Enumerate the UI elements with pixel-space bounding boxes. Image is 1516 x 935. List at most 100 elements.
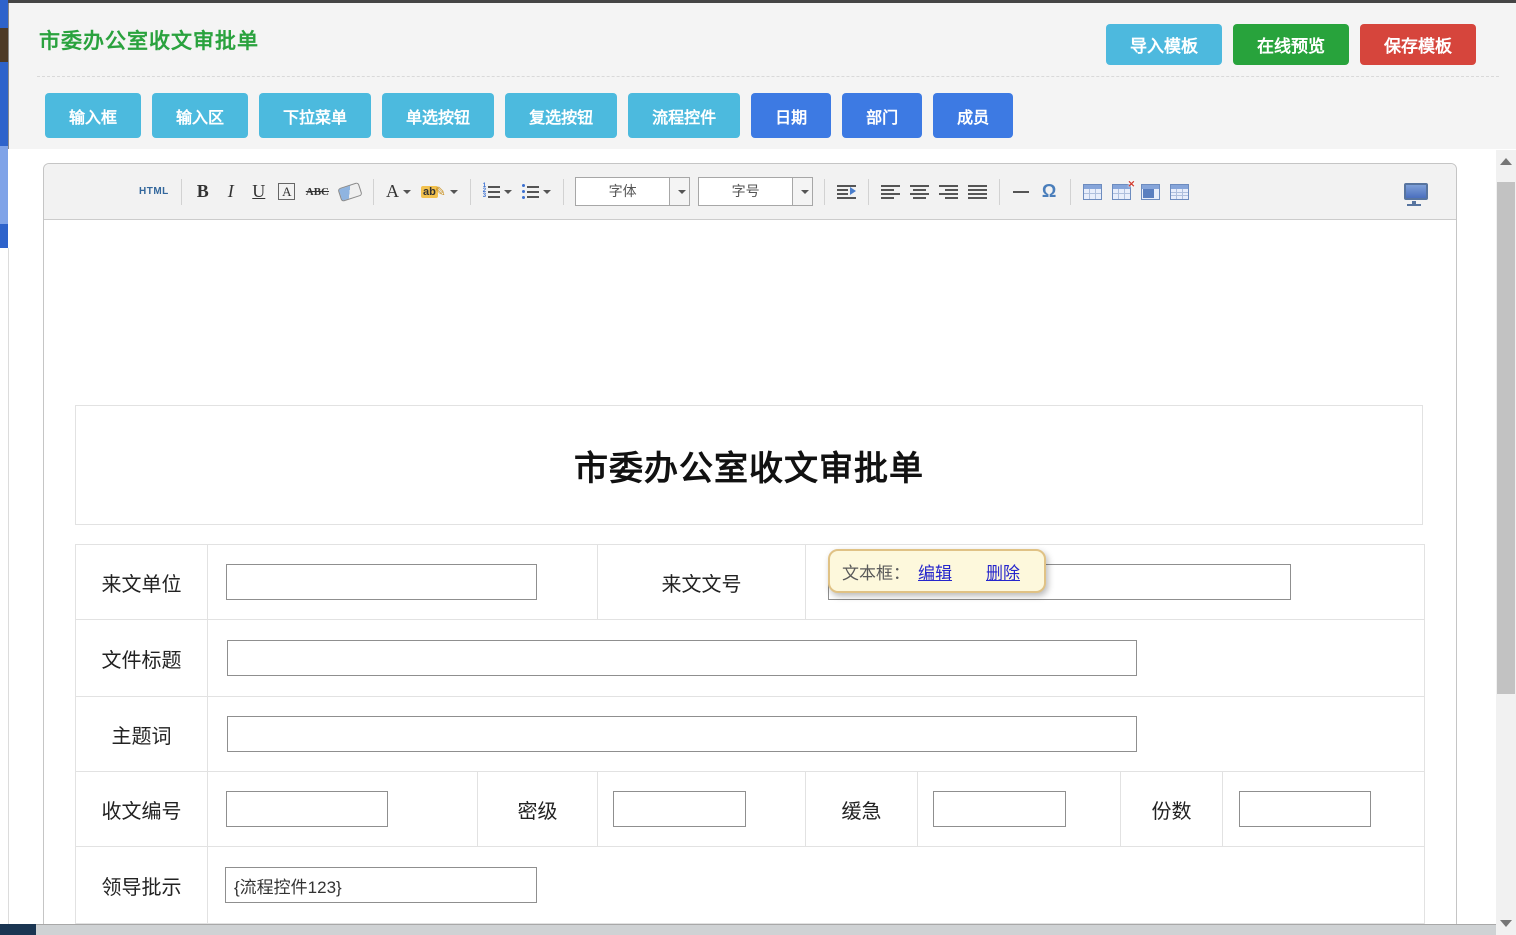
save-template-button[interactable]: 保存模板 <box>1360 24 1476 65</box>
strikethrough-button[interactable]: ABC <box>304 178 331 206</box>
chevron-down-icon <box>801 190 809 194</box>
scrollbar[interactable] <box>1496 150 1516 935</box>
horizontal-rule-button[interactable] <box>1010 178 1032 206</box>
pencil-icon: ✎ <box>435 184 446 200</box>
online-preview-button[interactable]: 在线预览 <box>1233 24 1349 65</box>
font-color-button[interactable]: A <box>384 178 413 206</box>
cell-properties-button[interactable] <box>1168 178 1191 206</box>
leader-instructions-input[interactable] <box>225 867 537 903</box>
edit-link[interactable]: 编辑 <box>918 559 952 584</box>
copies-input[interactable] <box>1239 791 1371 827</box>
security-level-input[interactable] <box>613 791 746 827</box>
editor-toolbar: HTML B I U A ABC A ab✎ 123 字体 <box>44 164 1456 220</box>
delete-table-button[interactable] <box>1110 178 1133 206</box>
special-character-button[interactable]: Ω <box>1038 178 1060 206</box>
table-row: 来文单位 来文文号 <box>76 545 1425 620</box>
table-row: 文件标题 <box>76 620 1425 697</box>
urgency-label: 缓急 <box>806 772 918 847</box>
taskbar-fragment <box>0 924 36 935</box>
incoming-unit-input[interactable] <box>226 564 537 600</box>
align-right-button[interactable] <box>937 178 960 206</box>
receipt-number-input[interactable] <box>226 791 388 827</box>
table-select-icon <box>1141 184 1160 200</box>
editor-content[interactable]: 市委办公室收文审批单 来文单位 来文文号 文件标题 主题词 <box>44 220 1456 934</box>
font-size-select[interactable]: 字号 <box>698 177 813 206</box>
insert-table-button[interactable] <box>1081 178 1104 206</box>
background-window-mark <box>0 146 8 224</box>
boxed-a-icon: A <box>278 183 295 200</box>
bullet-list-icon <box>522 184 539 199</box>
document-title-label: 文件标题 <box>76 620 208 697</box>
indent-button[interactable] <box>835 178 858 206</box>
delete-link[interactable]: 删除 <box>986 559 1020 584</box>
toolbar-separator <box>1070 179 1071 205</box>
toolbar-separator <box>373 179 374 205</box>
table-properties-button[interactable] <box>1139 178 1162 206</box>
align-center-button[interactable] <box>908 178 931 206</box>
form-table: 来文单位 来文文号 文件标题 主题词 收文编号 密级 <box>75 544 1425 935</box>
copies-label: 份数 <box>1121 772 1223 847</box>
rich-text-editor: HTML B I U A ABC A ab✎ 123 字体 <box>43 163 1457 935</box>
font-family-select[interactable]: 字体 <box>575 177 690 206</box>
input-area-button[interactable]: 输入区 <box>152 93 248 138</box>
highlight-color-button[interactable]: ab✎ <box>419 178 460 206</box>
document-title-input[interactable] <box>227 640 1137 676</box>
checkbox-control-button[interactable]: 复选按钮 <box>505 93 617 138</box>
eraser-icon <box>337 181 362 201</box>
chevron-down-icon <box>543 190 551 194</box>
receipt-number-label: 收文编号 <box>76 772 208 847</box>
align-center-icon <box>910 185 929 199</box>
bold-button[interactable]: B <box>192 178 214 206</box>
align-left-button[interactable] <box>879 178 902 206</box>
align-justify-icon <box>968 185 987 199</box>
subject-words-input[interactable] <box>227 716 1137 752</box>
toolbar-separator <box>470 179 471 205</box>
department-control-button[interactable]: 部门 <box>842 93 922 138</box>
input-box-button[interactable]: 输入框 <box>45 93 141 138</box>
fullscreen-button[interactable] <box>1402 178 1430 206</box>
date-control-button[interactable]: 日期 <box>751 93 831 138</box>
background-window-edge <box>0 0 8 248</box>
scroll-up-icon[interactable] <box>1500 158 1512 165</box>
import-template-button[interactable]: 导入模板 <box>1106 24 1222 65</box>
control-tooltip: 文本框： 编辑 删除 <box>828 549 1046 593</box>
tooltip-label: 文本框： <box>842 559 910 584</box>
table-cells-icon <box>1170 184 1189 200</box>
ordered-list-icon: 123 <box>483 184 500 199</box>
header-actions: 导入模板 在线预览 保存模板 <box>1106 24 1476 65</box>
align-left-icon <box>881 185 900 199</box>
scroll-thumb[interactable] <box>1497 182 1515 694</box>
horizontal-rule-icon <box>1013 191 1029 193</box>
table-row: 领导批示 <box>76 847 1425 924</box>
align-justify-button[interactable] <box>966 178 989 206</box>
table-row: 收文编号 密级 缓急 份数 <box>76 772 1425 847</box>
underline-button[interactable]: U <box>248 178 270 206</box>
text-border-button[interactable]: A <box>276 178 298 206</box>
radio-control-button[interactable]: 单选按钮 <box>382 93 494 138</box>
member-control-button[interactable]: 成员 <box>933 93 1013 138</box>
toolbar-separator <box>868 179 869 205</box>
remove-format-button[interactable] <box>337 178 363 206</box>
page-title: 市委办公室收文审批单 <box>39 25 259 55</box>
incoming-unit-label: 来文单位 <box>76 545 208 620</box>
flow-control-button[interactable]: 流程控件 <box>628 93 740 138</box>
italic-button[interactable]: I <box>220 178 242 206</box>
chevron-down-icon <box>450 190 458 194</box>
chevron-down-icon <box>678 190 686 194</box>
form-title: 市委办公室收文审批单 <box>75 405 1423 525</box>
ordered-list-button[interactable]: 123 <box>481 178 514 206</box>
source-code-button[interactable]: HTML <box>137 178 171 206</box>
chevron-down-icon <box>403 190 411 194</box>
table-delete-icon <box>1112 184 1131 200</box>
page-left-edge <box>8 248 9 924</box>
divider <box>37 76 1499 77</box>
dropdown-menu-button[interactable]: 下拉菜单 <box>259 93 371 138</box>
security-level-label: 密级 <box>478 772 598 847</box>
control-buttons-bar: 输入框 输入区 下拉菜单 单选按钮 复选按钮 流程控件 日期 部门 成员 <box>45 93 1013 138</box>
toolbar-separator <box>181 179 182 205</box>
indent-icon <box>837 185 856 199</box>
scroll-down-icon[interactable] <box>1500 920 1512 927</box>
urgency-input[interactable] <box>933 791 1066 827</box>
unordered-list-button[interactable] <box>520 178 553 206</box>
subject-words-label: 主题词 <box>76 697 208 772</box>
